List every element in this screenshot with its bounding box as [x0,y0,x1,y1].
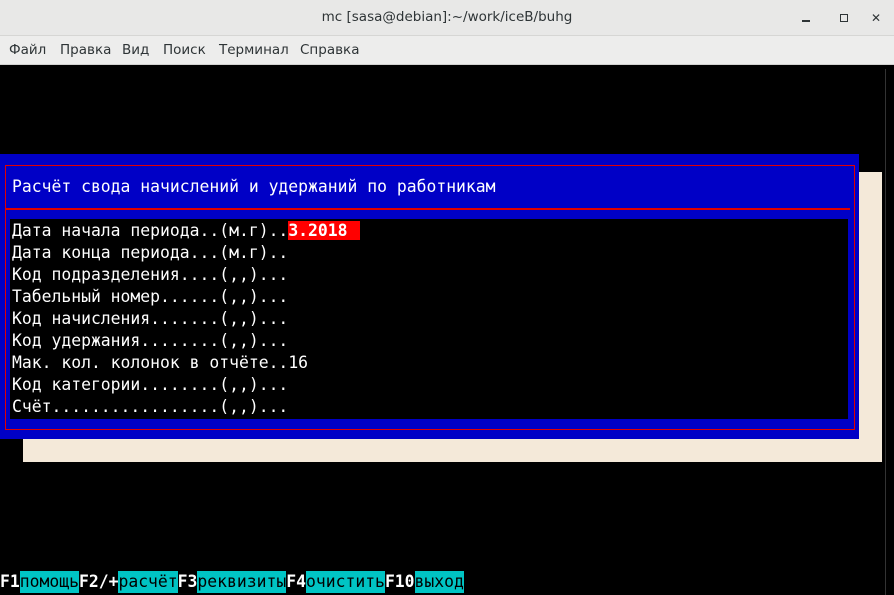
fkey-f1[interactable]: F1 [0,571,20,593]
field-value[interactable]: 16 [288,353,308,372]
window-title: mc [sasa@debian]:~/work/iceB/buhg [321,9,573,25]
field-label: Код удержания........(,,)... [12,331,289,350]
fkey-f3[interactable]: F3 [178,571,198,593]
menubar: Файл Правка Вид Поиск Терминал Справка [0,36,894,65]
menu-edit[interactable]: Правка [60,42,111,58]
menu-help[interactable]: Справка [300,42,359,58]
field-category-code[interactable]: Код категории........(,,)... [12,374,288,396]
fkey-calc-label[interactable]: расчёт [118,571,178,593]
fkey-exit-label[interactable]: выход [414,571,464,593]
fkey-details-label[interactable]: реквизиты [197,571,287,593]
field-value-active[interactable]: 3.2018 [288,221,360,240]
function-key-bar: F1 помощь F2/+ расчёт F3 реквизиты F4 очистить F… [0,571,464,593]
fkey-help-label[interactable]: помощь [19,571,79,593]
fkey-f2[interactable]: F2/+ [79,571,118,593]
scrollbar-thumb[interactable] [885,69,891,595]
terminal-scrollbar[interactable] [882,65,894,595]
field-label: Дата конца периода...(м.г).. [12,243,289,262]
fkey-f4[interactable]: F4 [286,571,306,593]
field-label: Код подразделения....(,,)... [12,265,289,284]
field-personnel-number[interactable]: Табельный номер......(,,)... [12,286,288,308]
field-label: Мак. кол. колонок в отчёте.. [12,353,289,372]
field-label: Код категории........(,,)... [12,375,289,394]
maximize-button[interactable] [834,8,854,28]
field-start-date[interactable]: Дата начала периода..(м.г)..3.2018 [12,220,360,242]
field-end-date[interactable]: Дата конца периода...(м.г).. [12,242,288,264]
menu-search[interactable]: Поиск [163,42,206,58]
maximize-icon [840,14,848,22]
close-icon: ✕ [870,11,882,25]
minimize-button[interactable] [796,8,816,28]
field-department-code[interactable]: Код подразделения....(,,)... [12,264,288,286]
menu-view[interactable]: Вид [122,42,149,58]
dialog-shadow-right [859,172,882,462]
fkey-f10[interactable]: F10 [385,571,415,593]
field-label: Код начисления.......(,,)... [12,309,289,328]
calc-dialog: Расчёт свода начислений и удержаний по р… [0,154,859,439]
field-label: Табельный номер......(,,)... [12,287,289,306]
minimize-icon [802,19,810,22]
dialog-separator [5,208,850,210]
menu-file[interactable]: Файл [9,42,46,58]
field-accrual-code[interactable]: Код начисления.......(,,)... [12,308,288,330]
field-label: Счёт.................(,,)... [12,397,289,416]
menu-terminal[interactable]: Терминал [219,42,289,58]
field-account[interactable]: Счёт.................(,,)... [12,396,288,418]
close-button[interactable]: ✕ [866,8,886,28]
field-deduction-code[interactable]: Код удержания........(,,)... [12,330,288,352]
field-label: Дата начала периода..(м.г).. [12,221,289,240]
window-titlebar: mc [sasa@debian]:~/work/iceB/buhg ✕ [0,0,894,36]
dialog-shadow-bottom [23,439,882,462]
fkey-clear-label[interactable]: очистить [305,571,385,593]
field-max-columns[interactable]: Мак. кол. колонок в отчёте..16 [12,352,308,374]
dialog-title: Расчёт свода начислений и удержаний по р… [12,177,496,196]
